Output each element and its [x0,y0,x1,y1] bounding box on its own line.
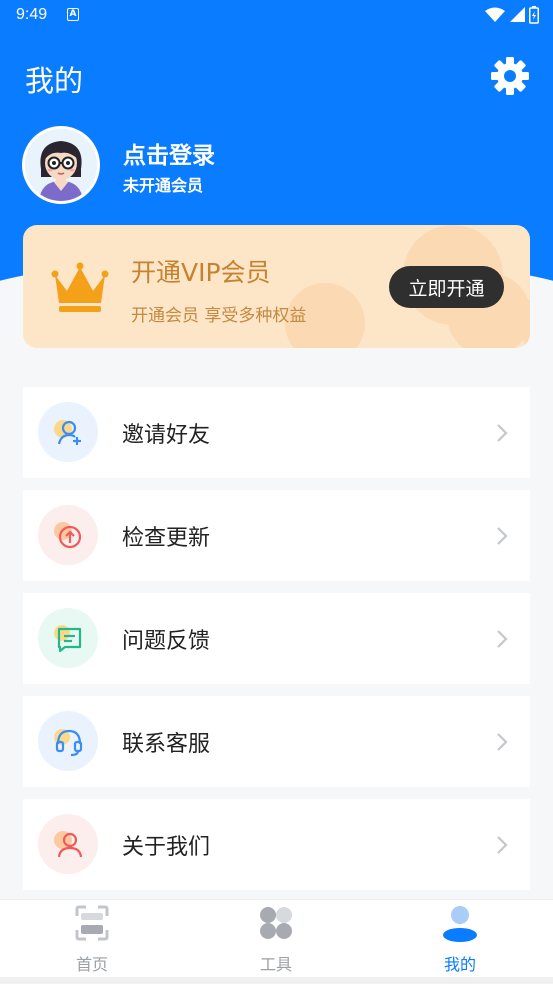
menu-item-label: 关于我们 [122,835,211,860]
vip-title: 开通VIP会员 [131,258,271,287]
user-icon [443,906,477,942]
chevron-right-icon [497,733,508,751]
tab-bar: 首页 工具 我的 [0,899,553,977]
avatar-illustration [25,129,97,201]
login-link[interactable]: 点击登录 [123,136,215,170]
page-title: 我的 [25,64,84,98]
battery-icon [529,6,539,24]
vip-card[interactable]: 开通VIP会员 开通会员 享受多种权益 立即开通 [23,225,530,348]
menu-item-invite[interactable]: 邀请好友 [23,387,530,478]
menu-item-label: 联系客服 [122,732,211,757]
update-icon [38,505,98,565]
crown-icon [51,262,109,312]
signal-icon [510,7,525,22]
menu-item-support[interactable]: 联系客服 [23,696,530,787]
avatar[interactable] [22,126,100,204]
about-user-icon [38,814,98,874]
tab-mine[interactable]: 我的 [368,900,552,978]
chevron-right-icon [497,527,508,545]
tab-home[interactable]: 首页 [0,900,184,978]
membership-status: 未开通会员 [123,176,204,195]
menu-item-update[interactable]: 检查更新 [23,490,530,581]
status-time: 9:49 [16,6,48,23]
chevron-right-icon [497,630,508,648]
system-nav-strip [0,977,553,984]
vip-open-button[interactable]: 立即开通 [389,266,504,308]
headset-icon [38,711,98,771]
menu-item-feedback[interactable]: 问题反馈 [23,593,530,684]
tab-label: 首页 [75,955,108,974]
chevron-right-icon [497,424,508,442]
vip-subtitle: 开通会员 享受多种权益 [131,306,307,326]
invite-user-icon [38,402,98,462]
tab-label: 我的 [443,955,476,974]
grid-icon [260,907,292,939]
settings-button[interactable] [490,56,530,96]
feedback-icon [38,608,98,668]
tab-label: 工具 [259,955,292,974]
gear-icon [491,57,529,95]
notification-a-icon: A [67,8,79,21]
status-bar: 9:49 A [0,0,553,32]
status-icons [485,6,539,24]
chevron-right-icon [497,836,508,854]
menu-item-label: 问题反馈 [122,629,211,654]
tab-tools[interactable]: 工具 [184,900,368,978]
menu-item-label: 邀请好友 [122,423,211,448]
menu-item-about[interactable]: 关于我们 [23,799,530,890]
menu-item-label: 检查更新 [122,526,211,551]
scan-icon [75,905,109,941]
wifi-icon [485,7,505,22]
